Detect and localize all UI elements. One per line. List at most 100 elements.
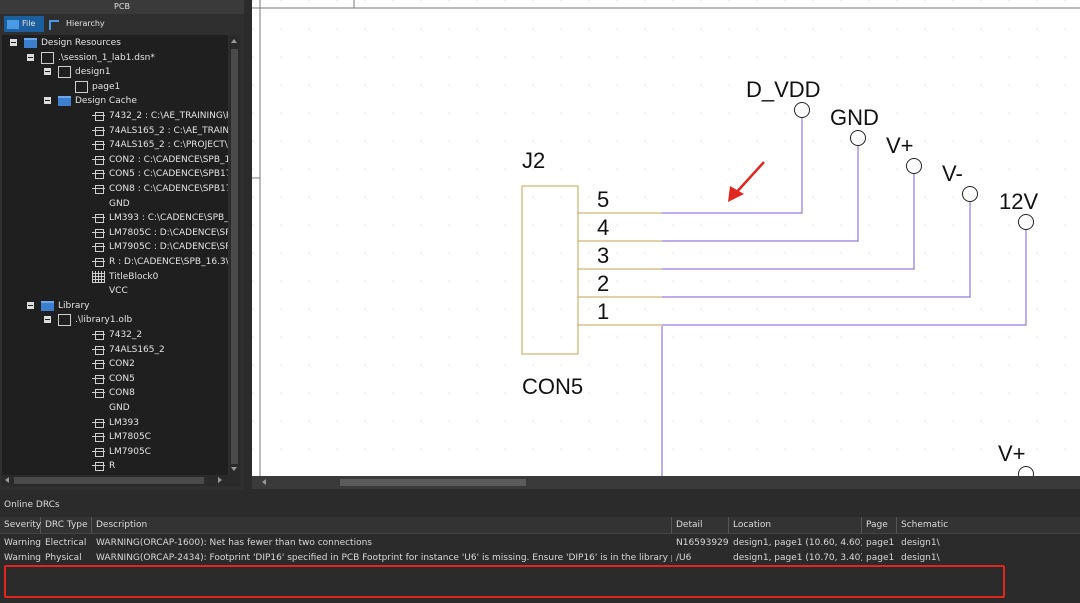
tree-item[interactable]: CON2 : C:\CADENCE\SPB_17.2\ <box>78 153 228 167</box>
project-tree: Design Resources .\session_1_lab1.dsn* des… <box>2 35 228 475</box>
column-detail[interactable]: Detail <box>672 517 729 533</box>
drc-row[interactable]: Warning Electrical WARNING(ORCAP-1600): … <box>0 536 1080 551</box>
column-drc-type[interactable]: DRC Type <box>41 517 92 533</box>
pin-number-1: 1 <box>597 299 609 324</box>
tree-item[interactable]: 7432_2 : C:\AE_TRAINING\PCB_ <box>78 109 228 123</box>
design-file-icon <box>41 51 54 64</box>
collapse-icon[interactable] <box>27 301 34 309</box>
tab-file[interactable]: File <box>4 16 44 32</box>
scroll-thumb[interactable] <box>231 49 238 464</box>
project-manager-panel: PCB File Hierarchy Design Resources .\ses… <box>0 0 244 490</box>
tree-item[interactable]: GND <box>78 401 228 415</box>
tree-item-label: TitleBlock0 <box>109 271 159 282</box>
tree-vertical-scrollbar[interactable] <box>229 35 240 475</box>
drc-page: page1 <box>866 538 895 548</box>
drc-row[interactable]: Warning Physical WARNING(ORCAP-2434): Fo… <box>0 551 1080 566</box>
tree-item-label: 7432_2 : C:\AE_TRAINING\PCB_ <box>109 111 228 121</box>
part-icon <box>92 183 105 195</box>
tree-item[interactable]: CON8 <box>78 386 228 400</box>
tree-item[interactable]: CON5 : C:\CADENCE\SPB174_C <box>78 167 228 181</box>
tree-item[interactable]: LM7805C <box>78 430 228 444</box>
tree-item[interactable]: .\session_1_lab1.dsn* <box>27 51 228 65</box>
canvas-horizontal-scrollbar[interactable] <box>252 476 1080 489</box>
tree-item[interactable]: design1 <box>44 65 228 79</box>
tree-item-label: GND <box>109 198 130 209</box>
tab-file-label: File <box>22 19 36 28</box>
scroll-thumb[interactable] <box>340 479 526 486</box>
panel-splitter[interactable] <box>244 0 252 490</box>
tree-item[interactable]: GND <box>78 197 228 211</box>
part-icon <box>92 446 105 458</box>
drc-severity: Warning <box>4 538 41 548</box>
column-location[interactable]: Location <box>729 517 862 533</box>
scroll-left-icon[interactable] <box>262 479 266 485</box>
part-icon <box>92 460 105 472</box>
tree-item[interactable]: VCC <box>78 284 228 298</box>
tree-item-label: 74ALS165_2 <box>109 344 165 355</box>
tree-item[interactable]: R <box>78 459 228 473</box>
tree-item-label: LM393 : C:\CADENCE\SPB_17.2 <box>109 213 228 224</box>
column-schematic[interactable]: Schematic <box>897 517 1080 533</box>
scroll-right-icon[interactable] <box>218 477 222 483</box>
collapse-icon[interactable] <box>44 97 51 105</box>
tree-item[interactable]: .\library1.olb <box>44 313 228 327</box>
drc-panel-title: Online DRCs <box>4 500 60 510</box>
tree-item[interactable]: LM7905C : D:\CADENCE\SPB_1 <box>78 240 228 254</box>
scroll-up-icon[interactable] <box>231 39 237 43</box>
tree-item[interactable]: CON2 <box>78 357 228 371</box>
power-icon <box>92 198 105 210</box>
tree-item-label: .\library1.olb <box>75 315 133 326</box>
tree-item[interactable]: Design Resources <box>10 36 228 50</box>
tree-item[interactable]: 74ALS165_2 : C:\AE_TRAINING\ <box>78 124 228 138</box>
tree-item[interactable]: CON5 <box>78 372 228 386</box>
part-icon <box>92 241 105 253</box>
tree-item[interactable]: LM7805C : D:\CADENCE\SPB_1 <box>78 226 228 240</box>
drc-type: Physical <box>45 553 82 563</box>
scroll-down-icon[interactable] <box>231 467 237 471</box>
collapse-icon[interactable] <box>44 68 51 76</box>
column-severity[interactable]: Severity <box>0 517 41 533</box>
schematic-icon <box>58 66 71 79</box>
drc-schematic: design1\ <box>901 553 940 563</box>
scroll-left-icon[interactable] <box>5 477 9 483</box>
tree-horizontal-scrollbar[interactable] <box>2 475 240 486</box>
collapse-icon[interactable] <box>44 316 51 324</box>
tree-item-label: R : D:\CADENCE\SPB_16.3\TOO <box>109 257 228 267</box>
tree-item[interactable]: 74ALS165_2 : C:\PROJECT\174\ <box>78 138 228 152</box>
tree-item[interactable]: LM7905C <box>78 445 228 459</box>
schematic-canvas[interactable]: J2 CON5 5 4 3 2 1 D_VDD GND V+ V- 12V V+ <box>252 0 1080 476</box>
tree-item[interactable]: Library <box>27 299 228 313</box>
tree-item[interactable]: TitleBlock0 <box>78 270 228 284</box>
part-value: CON5 <box>522 374 583 399</box>
part-icon <box>92 417 105 429</box>
part-icon <box>92 212 105 224</box>
tree-item-label: GND <box>109 403 130 413</box>
power-port-gnd <box>850 130 866 146</box>
tree-item[interactable]: 7432_2 <box>78 328 228 342</box>
part-icon <box>92 168 105 180</box>
tree-item[interactable]: 74ALS165_2 <box>78 343 228 357</box>
collapse-icon[interactable] <box>27 53 34 61</box>
part-icon <box>92 125 105 137</box>
net-label-gnd: GND <box>830 105 879 130</box>
part-icon <box>92 431 105 443</box>
power-port-d-vdd <box>794 102 810 118</box>
scroll-thumb[interactable] <box>14 477 204 484</box>
tree-item[interactable]: R : D:\CADENCE\SPB_16.3\TOO <box>78 255 228 269</box>
tree-item[interactable]: LM393 <box>78 416 228 430</box>
column-page[interactable]: Page <box>862 517 897 533</box>
tab-hierarchy[interactable]: Hierarchy <box>46 16 106 32</box>
collapse-icon[interactable] <box>10 39 17 46</box>
panel-tabs: File Hierarchy <box>0 14 244 34</box>
tree-item-label: LM7805C : D:\CADENCE\SPB_1 <box>109 227 228 238</box>
tree-item-label: 74ALS165_2 : C:\AE_TRAINING\ <box>109 125 228 136</box>
library-icon <box>58 314 71 327</box>
tree-item[interactable]: page1 <box>61 80 228 94</box>
tree-item[interactable]: CON8 : C:\CADENCE\SPB174_C <box>78 182 228 196</box>
highlight-box <box>4 565 1005 598</box>
tree-item[interactable]: Design Cache <box>44 94 228 108</box>
tree-item[interactable]: LM393 : C:\CADENCE\SPB_17.2 <box>78 211 228 225</box>
tree-item-label: CON5 : C:\CADENCE\SPB174_C <box>109 169 228 180</box>
power-port-v-plus <box>906 158 922 174</box>
column-description[interactable]: Description <box>92 517 672 533</box>
